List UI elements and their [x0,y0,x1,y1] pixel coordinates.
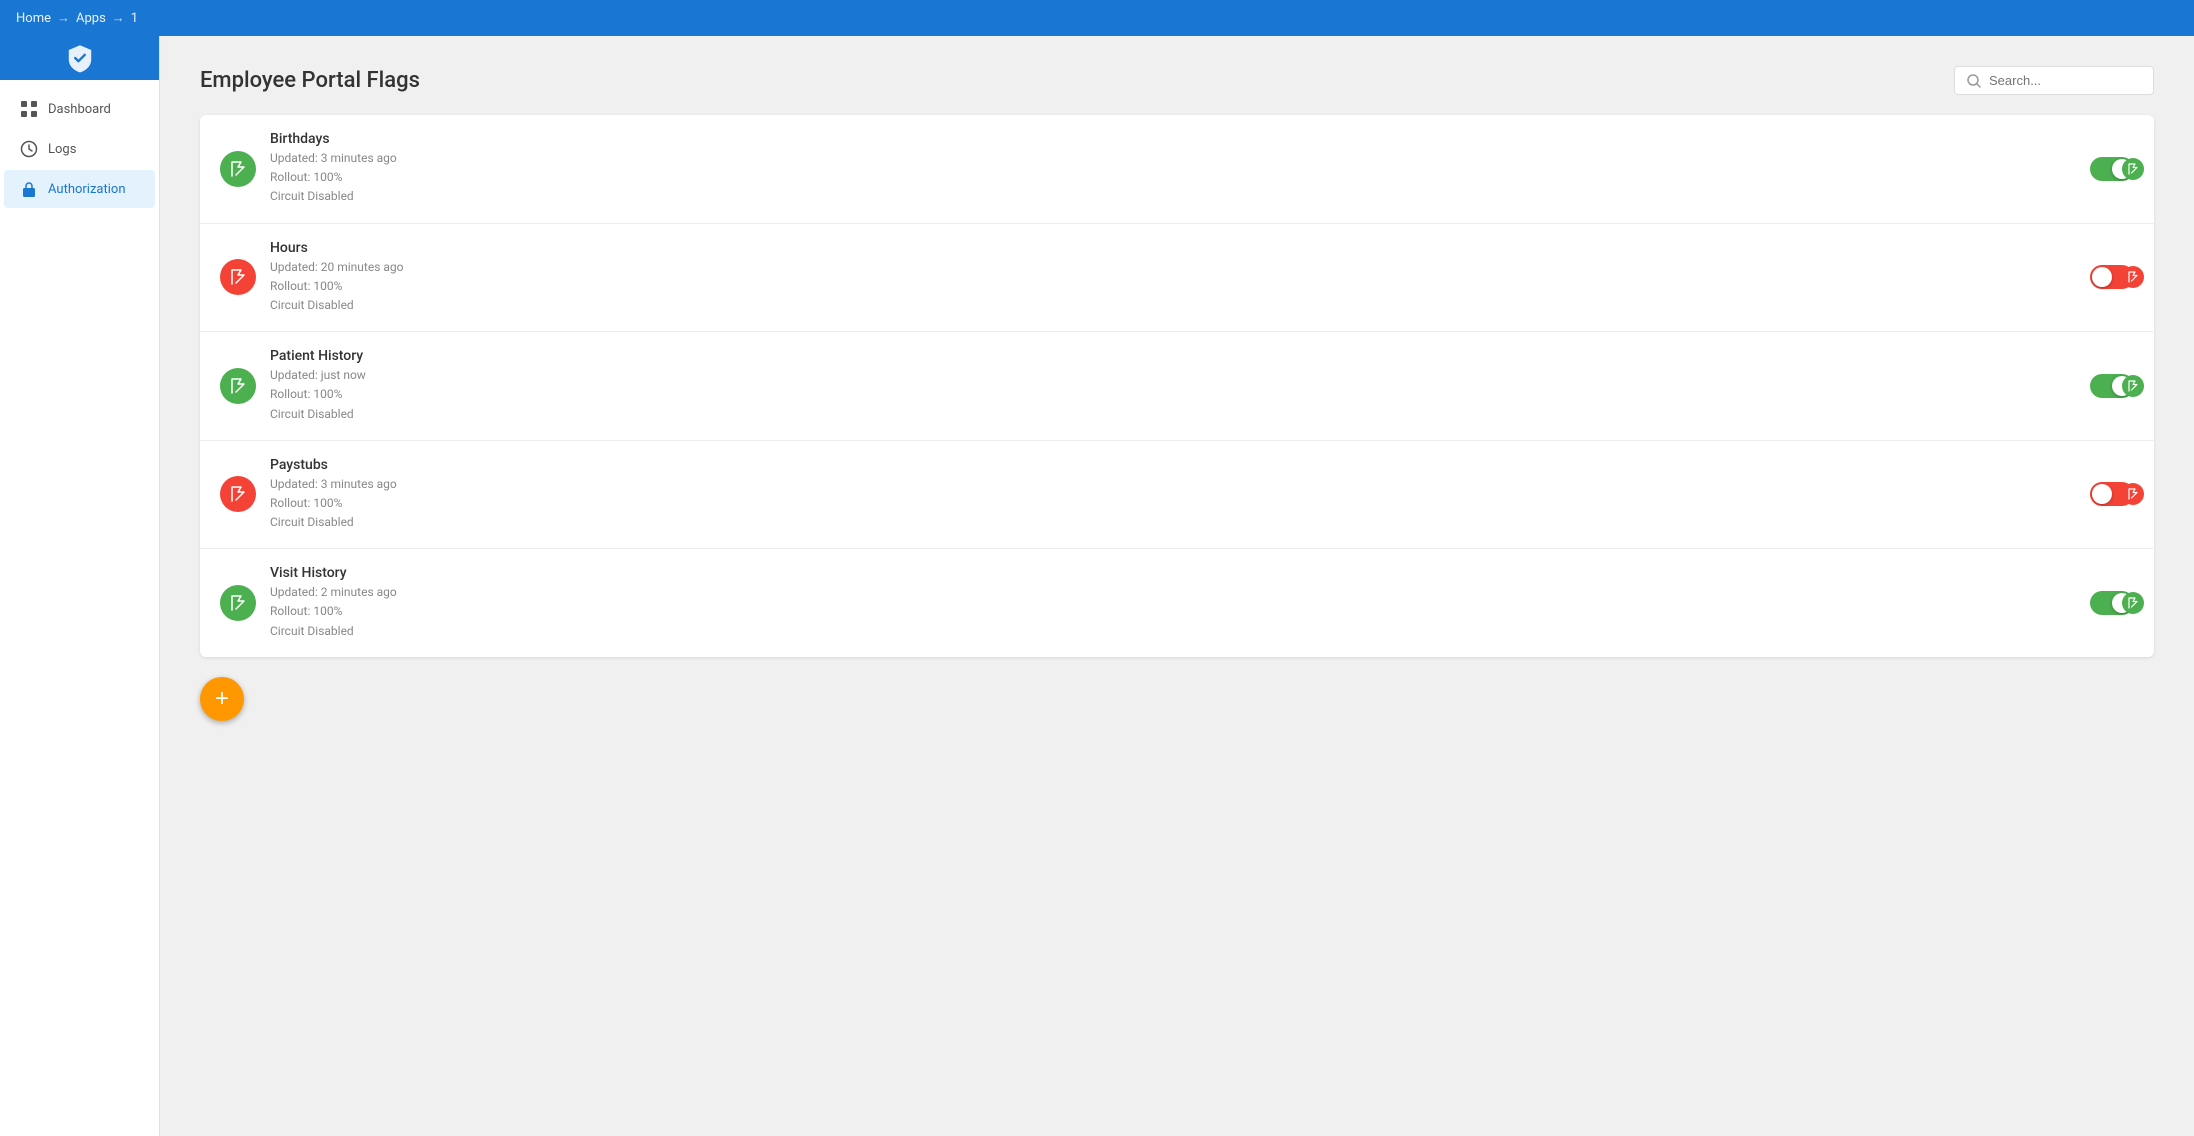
search-icon [1967,74,1981,88]
flag-meta-paystubs: Updated: 3 minutes agoRollout: 100%Circu… [270,475,2076,533]
toggle-knob-paystubs [2092,484,2112,504]
flag-meta-birthdays: Updated: 3 minutes agoRollout: 100%Circu… [270,149,2076,207]
breadcrumb-number[interactable]: 1 [131,11,138,26]
toggle-container-hours[interactable] [2090,265,2134,289]
flag-info-visit-history: Visit History Updated: 2 minutes agoRoll… [270,565,2076,641]
sidebar-authorization-label: Authorization [48,182,126,197]
flag-name-hours: Hours [270,240,2076,256]
flag-info-hours: Hours Updated: 20 minutes agoRollout: 10… [270,240,2076,316]
flag-meta-visit-history: Updated: 2 minutes agoRollout: 100%Circu… [270,583,2076,641]
toggle-flag-icon-patient-history [2122,375,2144,397]
page-title: Employee Portal Flags [200,68,420,93]
flag-status-icon-patient-history [220,368,256,404]
flag-info-birthdays: Birthdays Updated: 3 minutes agoRollout:… [270,131,2076,207]
search-input[interactable] [1989,73,2141,88]
lock-icon [20,180,38,198]
flag-status-icon-visit-history [220,585,256,621]
flag-row-paystubs: Paystubs Updated: 3 minutes agoRollout: … [200,441,2154,550]
sidebar-logo [0,36,159,80]
sidebar-dashboard-label: Dashboard [48,102,111,117]
breadcrumb-home[interactable]: Home [16,11,51,26]
flag-status-icon-paystubs [220,476,256,512]
add-flag-button[interactable]: + [200,677,244,721]
toggle-container-paystubs[interactable] [2090,482,2134,506]
flag-name-paystubs: Paystubs [270,457,2076,473]
sidebar-item-dashboard[interactable]: Dashboard [4,90,155,128]
toggle-flag-icon-visit-history [2122,592,2144,614]
flag-info-paystubs: Paystubs Updated: 3 minutes agoRollout: … [270,457,2076,533]
toggle-container-patient-history[interactable] [2090,374,2134,398]
sidebar-item-authorization[interactable]: Authorization [4,170,155,208]
toggle-knob-hours [2092,267,2112,287]
sidebar-item-logs[interactable]: Logs [4,130,155,168]
flags-list: Birthdays Updated: 3 minutes agoRollout:… [200,115,2154,657]
flag-name-patient-history: Patient History [270,348,2076,364]
search-box[interactable] [1954,66,2154,95]
sidebar-logs-label: Logs [48,142,76,157]
breadcrumb-arrow-1: → [57,10,70,26]
toggle-flag-icon-birthdays [2122,158,2144,180]
toggle-flag-icon-paystubs [2122,483,2144,505]
clock-icon [20,140,38,158]
flag-info-patient-history: Patient History Updated: just nowRollout… [270,348,2076,424]
flag-status-icon-hours [220,259,256,295]
flag-status-icon-birthdays [220,151,256,187]
page-header: Employee Portal Flags [200,66,2154,95]
flag-row-hours: Hours Updated: 20 minutes agoRollout: 10… [200,224,2154,333]
grid-icon [20,100,38,118]
flag-meta-patient-history: Updated: just nowRollout: 100%Circuit Di… [270,366,2076,424]
main-content: Employee Portal Flags Birthdays Updated:… [160,36,2194,1136]
flag-name-birthdays: Birthdays [270,131,2076,147]
toggle-flag-icon-hours [2122,266,2144,288]
flag-meta-hours: Updated: 20 minutes agoRollout: 100%Circ… [270,258,2076,316]
breadcrumb-apps[interactable]: Apps [76,11,106,26]
toggle-container-birthdays[interactable] [2090,157,2134,181]
flag-row-visit-history: Visit History Updated: 2 minutes agoRoll… [200,549,2154,657]
flag-row-birthdays: Birthdays Updated: 3 minutes agoRollout:… [200,115,2154,224]
top-navigation: Home → Apps → 1 [0,0,2194,36]
sidebar: Dashboard Logs Authoriza [0,36,160,1136]
sidebar-nav: Dashboard Logs Authoriza [0,80,159,218]
breadcrumb-arrow-2: → [112,10,125,26]
flag-row-patient-history: Patient History Updated: just nowRollout… [200,332,2154,441]
flag-name-visit-history: Visit History [270,565,2076,581]
toggle-container-visit-history[interactable] [2090,591,2134,615]
